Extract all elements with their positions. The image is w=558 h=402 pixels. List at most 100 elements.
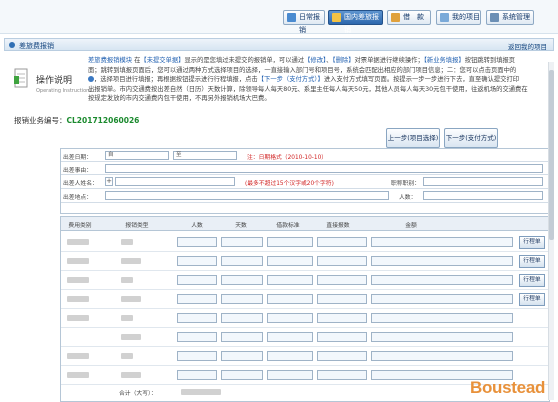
direct-cell[interactable] bbox=[317, 313, 367, 323]
people-limit-note: (最多不超过15个汉字或20个字符) bbox=[245, 181, 334, 187]
count-label: 人数： bbox=[399, 195, 417, 201]
days-cell[interactable] bbox=[221, 294, 263, 304]
people-cell[interactable] bbox=[177, 370, 217, 380]
loan-button[interactable]: 借 款 bbox=[387, 10, 431, 25]
trip-info-form: 出差日期： 自 至 注：日期格式（2010-10-10） 出差事由： 出差人姓名… bbox=[60, 148, 550, 214]
direct-cell[interactable] bbox=[317, 332, 367, 342]
date-to-input[interactable]: 至 bbox=[173, 151, 237, 160]
amount-cell[interactable] bbox=[371, 313, 513, 323]
standard-cell[interactable] bbox=[267, 313, 313, 323]
instruction-line-2: 面；跳转到填报页面后，您可以通过两种方式选择项目的选择，一直接输入部门号和项目号… bbox=[88, 66, 517, 74]
standard-cell[interactable] bbox=[267, 256, 313, 266]
brand-logo: Boustead bbox=[470, 378, 546, 397]
standard-cell[interactable] bbox=[267, 370, 313, 380]
prev-step-button[interactable]: 上一步(项目选择) bbox=[386, 128, 440, 148]
people-cell[interactable] bbox=[177, 332, 217, 342]
domestic-travel-button[interactable]: 国内差旅报销 bbox=[328, 10, 383, 34]
direct-cell[interactable] bbox=[317, 351, 367, 361]
days-cell[interactable] bbox=[221, 275, 263, 285]
total-value-redacted bbox=[181, 389, 221, 395]
edit-link[interactable]: 【修改】 bbox=[304, 57, 326, 64]
table-row: 行程单 bbox=[61, 271, 549, 290]
top-toolbar: 日常报销 国内差旅报销 借 款 我的项目 系统管理 bbox=[0, 0, 558, 34]
unsubmitted-docs-link[interactable]: 【未提交单据】 bbox=[140, 57, 184, 64]
standard-cell[interactable] bbox=[267, 351, 313, 361]
table-row bbox=[61, 347, 549, 366]
days-cell[interactable] bbox=[221, 332, 263, 342]
direct-cell[interactable] bbox=[317, 370, 367, 380]
vertical-scrollbar[interactable] bbox=[548, 62, 554, 400]
back-to-projects-link[interactable]: 返回我的项目 bbox=[508, 41, 547, 51]
people-cell[interactable] bbox=[177, 313, 217, 323]
standard-cell[interactable] bbox=[267, 275, 313, 285]
delete-link[interactable]: 【删除】 bbox=[332, 57, 354, 64]
toolbar-label: 借 款 bbox=[403, 13, 424, 21]
title-input[interactable] bbox=[423, 177, 543, 186]
table-row: 行程单 bbox=[61, 233, 549, 252]
type-redacted bbox=[121, 239, 133, 245]
section-title: 差旅费报销 bbox=[19, 42, 54, 50]
amount-cell[interactable] bbox=[371, 275, 513, 285]
place-row: 出差地点： 人数： bbox=[61, 189, 549, 203]
direct-cell[interactable] bbox=[317, 275, 367, 285]
document-icon bbox=[14, 68, 28, 88]
amount-cell[interactable] bbox=[371, 294, 513, 304]
people-row: 出差人姓名： + (最多不超过15个汉字或20个字符) 职称职别： bbox=[61, 175, 549, 189]
days-cell[interactable] bbox=[221, 313, 263, 323]
add-person-button[interactable]: + bbox=[105, 177, 113, 186]
people-cell[interactable] bbox=[177, 294, 217, 304]
people-input[interactable] bbox=[115, 177, 235, 186]
amount-cell[interactable] bbox=[371, 237, 513, 247]
title-label: 职称职别： bbox=[391, 181, 420, 187]
expense-table: 费用类别 报销类型 人数 天数 借款标准 直接报数 金额 行程单 行程单 行程单 行程… bbox=[60, 216, 550, 402]
date-from-input[interactable]: 自 bbox=[105, 151, 169, 160]
amount-cell[interactable] bbox=[371, 256, 513, 266]
next-step-button[interactable]: 下一步(支付方式) bbox=[444, 128, 498, 148]
type-redacted bbox=[121, 296, 141, 302]
my-projects-button[interactable]: 我的项目 bbox=[436, 10, 481, 25]
days-cell[interactable] bbox=[221, 256, 263, 266]
header-direct: 直接报数 bbox=[326, 223, 350, 229]
trip-sheet-button[interactable]: 行程单 bbox=[519, 293, 545, 306]
trip-sheet-button[interactable]: 行程单 bbox=[519, 255, 545, 268]
header-days: 天数 bbox=[235, 223, 247, 229]
place-input[interactable] bbox=[105, 191, 389, 200]
reason-input[interactable] bbox=[105, 164, 543, 173]
days-cell[interactable] bbox=[221, 351, 263, 361]
count-input[interactable] bbox=[423, 191, 543, 200]
amount-cell[interactable] bbox=[371, 332, 513, 342]
bullet-icon bbox=[9, 42, 15, 48]
direct-cell[interactable] bbox=[317, 237, 367, 247]
direct-cell[interactable] bbox=[317, 294, 367, 304]
people-cell[interactable] bbox=[177, 237, 217, 247]
standard-cell[interactable] bbox=[267, 294, 313, 304]
table-row: 行程单 bbox=[61, 290, 549, 309]
trip-sheet-button[interactable]: 行程单 bbox=[519, 274, 545, 287]
direct-cell[interactable] bbox=[317, 256, 367, 266]
category-redacted bbox=[67, 239, 89, 245]
people-cell[interactable] bbox=[177, 256, 217, 266]
people-cell[interactable] bbox=[177, 275, 217, 285]
instruction-line-3: ，选择项目进行填报；再根据按钮提示进行行程填报，点击【下一步（支付方式）】进入支… bbox=[88, 75, 546, 85]
system-admin-button[interactable]: 系统管理 bbox=[486, 10, 534, 25]
amount-cell[interactable] bbox=[371, 351, 513, 361]
table-row bbox=[61, 328, 549, 347]
daily-reimbursement-button[interactable]: 日常报销 bbox=[283, 10, 325, 34]
reason-row: 出差事由： bbox=[61, 162, 549, 175]
date-format-note: 注：日期格式（2010-10-10） bbox=[247, 155, 328, 161]
new-business-link[interactable]: 【新业务填报】 bbox=[424, 57, 465, 64]
standard-cell[interactable] bbox=[267, 237, 313, 247]
category-redacted bbox=[67, 353, 89, 359]
instruction-line-1: 差旅费报销模块 在【未提交单据】显示的是您填过未提交的报销单，可以通过【修改】、… bbox=[88, 57, 516, 64]
category-redacted bbox=[67, 296, 89, 302]
days-cell[interactable] bbox=[221, 370, 263, 380]
people-cell[interactable] bbox=[177, 351, 217, 361]
document-number-value: CL201712060026 bbox=[66, 116, 140, 125]
instructions-text: 差旅费报销模块 在【未提交单据】显示的是您填过未提交的报销单，可以通过【修改】、… bbox=[88, 56, 546, 104]
trip-sheet-button[interactable]: 行程单 bbox=[519, 236, 545, 249]
scrollbar-thumb[interactable] bbox=[549, 70, 554, 240]
standard-cell[interactable] bbox=[267, 332, 313, 342]
toolbar-label: 系统管理 bbox=[502, 13, 530, 21]
days-cell[interactable] bbox=[221, 237, 263, 247]
type-redacted bbox=[121, 315, 133, 321]
